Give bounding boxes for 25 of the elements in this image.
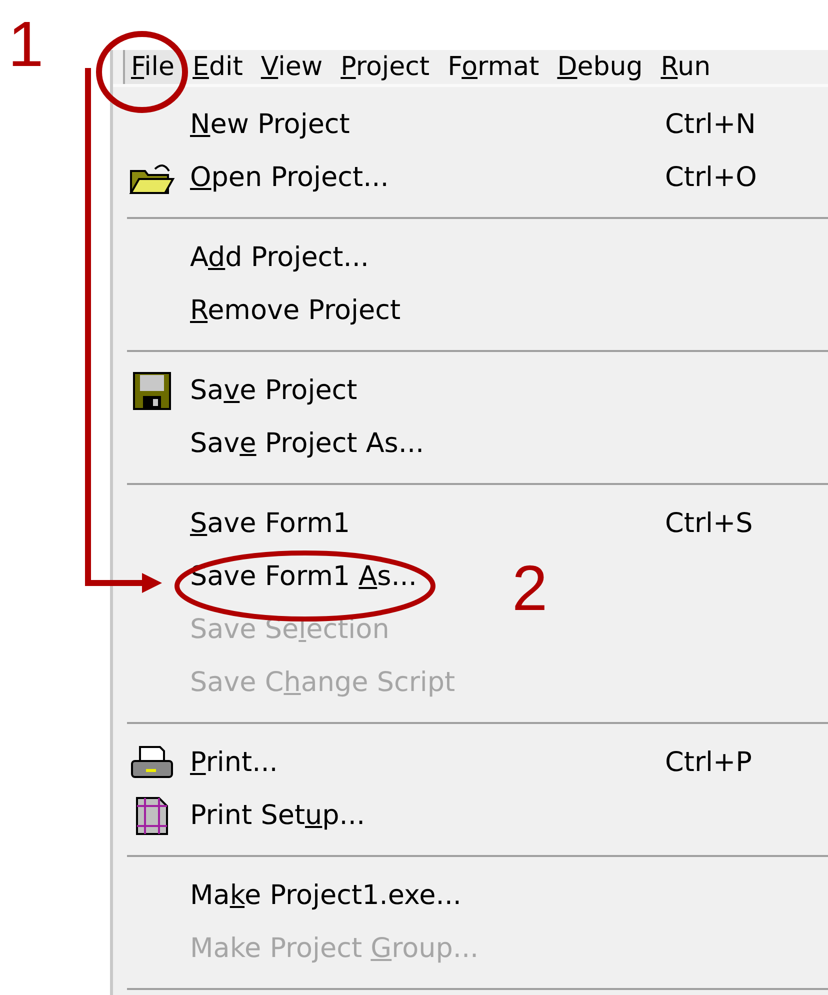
menu-item[interactable]: Open Project... [190,162,389,193]
menu-item[interactable]: Print Setup... [190,800,366,831]
shortcut-label: Ctrl+N [665,109,756,140]
step-number: 1 [8,12,44,76]
menu-title[interactable]: Run [652,50,717,84]
menu-item[interactable]: Save Project As... [190,428,424,459]
menu-title[interactable]: Format [440,50,546,84]
menu-item[interactable]: New Project [190,109,350,140]
menu-title[interactable]: Project [332,50,436,84]
shortcut-label: Ctrl+S [665,508,753,539]
shortcut-label: Ctrl+O [665,162,757,193]
menu-item[interactable]: Make Project1.exe... [190,880,462,911]
menu-title[interactable]: File [123,50,181,84]
menu-item[interactable]: Save Form1 [190,508,350,539]
printer-icon [130,744,174,780]
page-icon [134,796,168,836]
menu-item[interactable]: Add Project... [190,242,369,273]
menu-item[interactable]: Remove Project [190,295,401,326]
menu-title[interactable]: Debug [549,50,649,84]
shortcut-label: Ctrl+P [665,747,752,778]
menu-title[interactable]: Edit [184,50,249,84]
menu-item[interactable]: Print... [190,747,278,778]
menu-title[interactable]: View [252,50,329,84]
menu-item[interactable]: Save Project [190,375,358,406]
step-number: 2 [512,556,548,620]
